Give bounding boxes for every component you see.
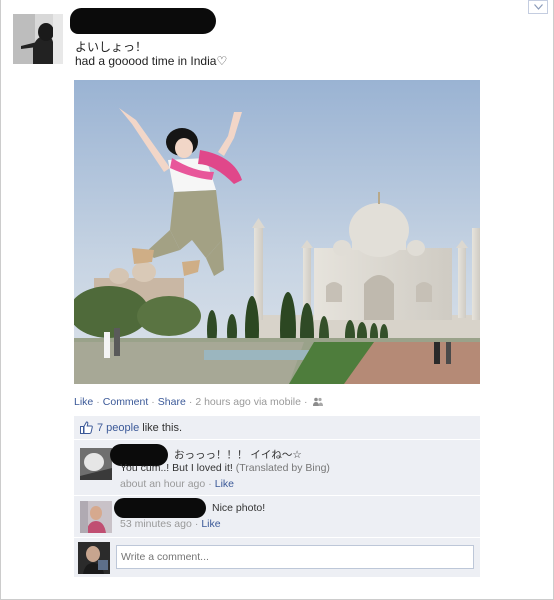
viewer-avatar: [78, 542, 110, 574]
people-icon[interactable]: [313, 397, 324, 406]
separator: ·: [151, 396, 155, 408]
comment-input[interactable]: [116, 545, 474, 569]
commenter-avatar[interactable]: [80, 501, 112, 533]
separator: ·: [96, 396, 100, 408]
comment-text: Nice photo!: [212, 502, 266, 514]
post-options-button[interactable]: [528, 0, 548, 14]
share-link[interactable]: Share: [158, 396, 186, 408]
status-text-line2: had a gooood time in India♡: [75, 54, 228, 68]
comment-item: Nice photo! 53 minutes ago · Like: [74, 496, 480, 538]
separator: ·: [303, 396, 308, 408]
comment-text-translated: You cum..! But I loved it!: [120, 462, 233, 474]
separator: ·: [194, 518, 199, 530]
likes-count-link[interactable]: 7 people: [97, 422, 139, 434]
likes-summary: 7 people like this.: [74, 416, 480, 440]
chevron-down-icon: [533, 4, 543, 10]
comment-translation-row: You cum..! But I loved it! (Translated b…: [120, 462, 330, 474]
comment-item: おっっっ！！！ イイね～☆ You cum..! But I loved it!…: [74, 440, 480, 496]
author-name-redaction: [70, 8, 216, 34]
feedback-panel: 7 people like this. おっっっ！！！ イイね～☆ You cu…: [74, 416, 480, 578]
author-avatar[interactable]: [13, 14, 63, 64]
like-link[interactable]: Like: [74, 396, 93, 408]
post-timestamp[interactable]: 2 hours ago via mobile: [195, 396, 301, 408]
status-text-line1: よいしょっ！: [75, 40, 148, 54]
comment-time[interactable]: 53 minutes ago: [120, 518, 192, 530]
likes-suffix: like this.: [139, 422, 183, 434]
comment-like-link[interactable]: Like: [215, 478, 234, 490]
post-actions: Like · Comment · Share · 2 hours ago via mobil…: [74, 396, 324, 408]
thumbs-up-icon: [80, 421, 93, 434]
comment-like-link[interactable]: Like: [201, 518, 220, 530]
commenter-avatar[interactable]: [80, 448, 112, 480]
comment-meta: 53 minutes ago · Like: [120, 518, 221, 530]
comment-composer: [74, 538, 480, 578]
translated-by-label: (Translated by Bing): [235, 462, 330, 474]
comment-link[interactable]: Comment: [103, 396, 149, 408]
separator: ·: [188, 396, 193, 408]
post-photo[interactable]: [74, 80, 480, 384]
comment-time[interactable]: about an hour ago: [120, 478, 205, 490]
comment-text: おっっっ！！！ イイね～☆: [174, 449, 302, 461]
comment-meta: about an hour ago · Like: [120, 478, 234, 490]
commenter-name-redaction: [114, 498, 206, 518]
separator: ·: [208, 478, 212, 490]
